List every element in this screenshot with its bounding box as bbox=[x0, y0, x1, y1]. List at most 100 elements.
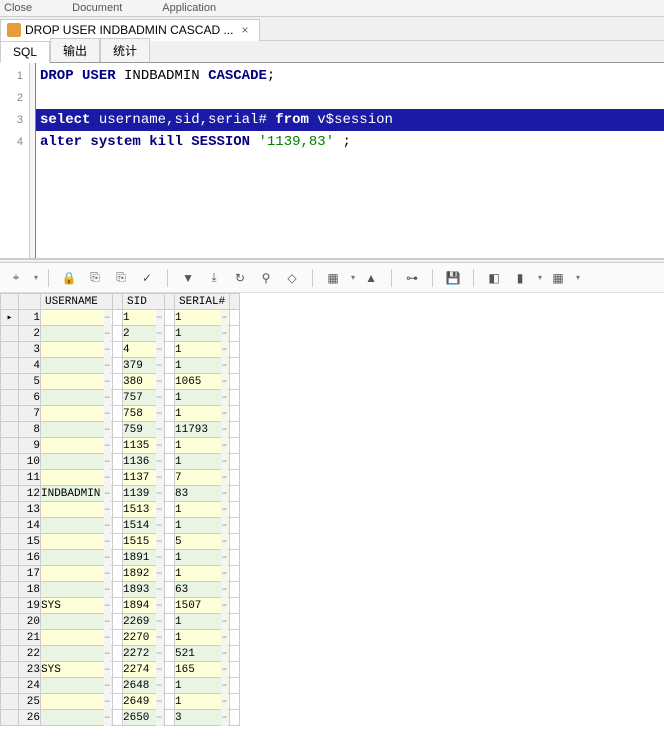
cell-username[interactable]: ⋯ bbox=[41, 422, 113, 438]
cell-username[interactable]: ⋯ bbox=[41, 566, 113, 582]
cell-sid[interactable]: 1891⋯ bbox=[123, 550, 165, 566]
cell-username[interactable]: ⋯ bbox=[41, 582, 113, 598]
table-row[interactable]: 9⋯1135⋯1⋯ bbox=[1, 438, 240, 454]
table-row[interactable]: 5⋯380⋯1065⋯ bbox=[1, 374, 240, 390]
lock-icon[interactable]: 🔒 bbox=[59, 268, 79, 288]
row-indicator[interactable] bbox=[1, 678, 19, 694]
table-row[interactable]: 4⋯379⋯1⋯ bbox=[1, 358, 240, 374]
table-row[interactable]: 16⋯1891⋯1⋯ bbox=[1, 550, 240, 566]
column-header[interactable]: SERIAL# bbox=[175, 294, 230, 310]
row-indicator[interactable] bbox=[1, 422, 19, 438]
code-line[interactable]: select username,sid,serial# from v$sessi… bbox=[36, 109, 664, 131]
cell-username[interactable]: ⋯ bbox=[41, 406, 113, 422]
cell-sid[interactable]: 757⋯ bbox=[123, 390, 165, 406]
row-indicator[interactable] bbox=[1, 390, 19, 406]
cell-username[interactable]: SYS⋯ bbox=[41, 662, 113, 678]
cell-serial[interactable]: 521⋯ bbox=[175, 646, 230, 662]
row-indicator[interactable] bbox=[1, 310, 19, 326]
cell-sid[interactable]: 1136⋯ bbox=[123, 454, 165, 470]
table-row[interactable]: 14⋯1514⋯1⋯ bbox=[1, 518, 240, 534]
table-row[interactable]: 8⋯759⋯11793⋯ bbox=[1, 422, 240, 438]
table-row[interactable]: 12INDBADMIN⋯1139⋯83⋯ bbox=[1, 486, 240, 502]
cell-sid[interactable]: 2649⋯ bbox=[123, 694, 165, 710]
cell-sid[interactable]: 1139⋯ bbox=[123, 486, 165, 502]
cell-sid[interactable]: 1⋯ bbox=[123, 310, 165, 326]
cell-sid[interactable]: 1513⋯ bbox=[123, 502, 165, 518]
cell-serial[interactable]: 1⋯ bbox=[175, 390, 230, 406]
cell-serial[interactable]: 63⋯ bbox=[175, 582, 230, 598]
cell-username[interactable]: ⋯ bbox=[41, 614, 113, 630]
column-header[interactable]: SID bbox=[123, 294, 165, 310]
cell-username[interactable]: ⋯ bbox=[41, 694, 113, 710]
cell-serial[interactable]: 1⋯ bbox=[175, 326, 230, 342]
cell-serial[interactable]: 1⋯ bbox=[175, 502, 230, 518]
cell-username[interactable]: ⋯ bbox=[41, 550, 113, 566]
table-row[interactable]: 17⋯1892⋯1⋯ bbox=[1, 566, 240, 582]
dropdown-icon[interactable]: ▾ bbox=[34, 273, 38, 282]
table-row[interactable]: 6⋯757⋯1⋯ bbox=[1, 390, 240, 406]
menu-document[interactable]: Document bbox=[72, 2, 122, 14]
view-tab-输出[interactable]: 输出 bbox=[50, 38, 100, 62]
view-tab-SQL[interactable]: SQL bbox=[0, 41, 50, 63]
row-indicator[interactable] bbox=[1, 406, 19, 422]
cell-sid[interactable]: 2272⋯ bbox=[123, 646, 165, 662]
cell-sid[interactable]: 2270⋯ bbox=[123, 630, 165, 646]
row-indicator[interactable] bbox=[1, 438, 19, 454]
cell-sid[interactable]: 1137⋯ bbox=[123, 470, 165, 486]
cell-serial[interactable]: 5⋯ bbox=[175, 534, 230, 550]
cell-username[interactable]: ⋯ bbox=[41, 678, 113, 694]
cell-username[interactable]: ⋯ bbox=[41, 502, 113, 518]
cell-serial[interactable]: 1507⋯ bbox=[175, 598, 230, 614]
dropdown-icon[interactable]: ▾ bbox=[351, 273, 355, 282]
code-line[interactable]: alter system kill SESSION '1139,83' ; bbox=[36, 131, 664, 153]
fetch-all-icon[interactable]: ⤓ bbox=[204, 268, 224, 288]
dropdown-icon[interactable]: ▾ bbox=[538, 273, 542, 282]
table-row[interactable]: 22⋯2272⋯521⋯ bbox=[1, 646, 240, 662]
chart-icon[interactable]: ▮ bbox=[510, 268, 530, 288]
cell-serial[interactable]: 165⋯ bbox=[175, 662, 230, 678]
fetch-out-icon[interactable]: ⎘ bbox=[85, 268, 105, 288]
cell-serial[interactable]: 1⋯ bbox=[175, 678, 230, 694]
close-tab-button[interactable]: × bbox=[237, 23, 252, 37]
column-header[interactable]: USERNAME bbox=[41, 294, 113, 310]
find-icon[interactable]: ⚲ bbox=[256, 268, 276, 288]
table-row[interactable]: 25⋯2649⋯1⋯ bbox=[1, 694, 240, 710]
table-row[interactable]: 15⋯1515⋯5⋯ bbox=[1, 534, 240, 550]
results-grid[interactable]: USERNAMESIDSERIAL#1⋯1⋯1⋯2⋯2⋯1⋯3⋯4⋯1⋯4⋯37… bbox=[0, 293, 240, 726]
cell-sid[interactable]: 1892⋯ bbox=[123, 566, 165, 582]
column-resize[interactable] bbox=[230, 294, 240, 310]
cell-sid[interactable]: 1515⋯ bbox=[123, 534, 165, 550]
cell-username[interactable]: ⋯ bbox=[41, 358, 113, 374]
table-row[interactable]: 24⋯2648⋯1⋯ bbox=[1, 678, 240, 694]
table-row[interactable]: 2⋯2⋯1⋯ bbox=[1, 326, 240, 342]
fetch-page-down-icon[interactable]: ▼ bbox=[178, 268, 198, 288]
row-indicator[interactable] bbox=[1, 694, 19, 710]
dropdown-icon[interactable]: ▾ bbox=[576, 273, 580, 282]
row-indicator[interactable] bbox=[1, 486, 19, 502]
table-row[interactable]: 26⋯2650⋯3⋯ bbox=[1, 710, 240, 726]
row-indicator[interactable] bbox=[1, 374, 19, 390]
cell-serial[interactable]: 1⋯ bbox=[175, 566, 230, 582]
row-indicator[interactable] bbox=[1, 582, 19, 598]
single-record-icon[interactable]: ▦ bbox=[323, 268, 343, 288]
cell-username[interactable]: ⋯ bbox=[41, 310, 113, 326]
row-indicator[interactable] bbox=[1, 710, 19, 726]
cell-username[interactable]: ⋯ bbox=[41, 438, 113, 454]
cell-sid[interactable]: 2648⋯ bbox=[123, 678, 165, 694]
column-resize[interactable] bbox=[113, 294, 123, 310]
row-indicator[interactable] bbox=[1, 518, 19, 534]
table-row[interactable]: 7⋯758⋯1⋯ bbox=[1, 406, 240, 422]
row-indicator[interactable] bbox=[1, 358, 19, 374]
cell-sid[interactable]: 2274⋯ bbox=[123, 662, 165, 678]
cell-username[interactable]: INDBADMIN⋯ bbox=[41, 486, 113, 502]
cell-username[interactable]: ⋯ bbox=[41, 710, 113, 726]
cell-serial[interactable]: 1⋯ bbox=[175, 454, 230, 470]
row-indicator[interactable] bbox=[1, 534, 19, 550]
code-line[interactable]: DROP USER INDBADMIN CASCADE; bbox=[36, 65, 664, 87]
cell-sid[interactable]: 1135⋯ bbox=[123, 438, 165, 454]
target-icon[interactable]: ⌖ bbox=[6, 268, 26, 288]
row-indicator[interactable] bbox=[1, 454, 19, 470]
cell-serial[interactable]: 3⋯ bbox=[175, 710, 230, 726]
cell-sid[interactable]: 380⋯ bbox=[123, 374, 165, 390]
cell-username[interactable]: ⋯ bbox=[41, 342, 113, 358]
